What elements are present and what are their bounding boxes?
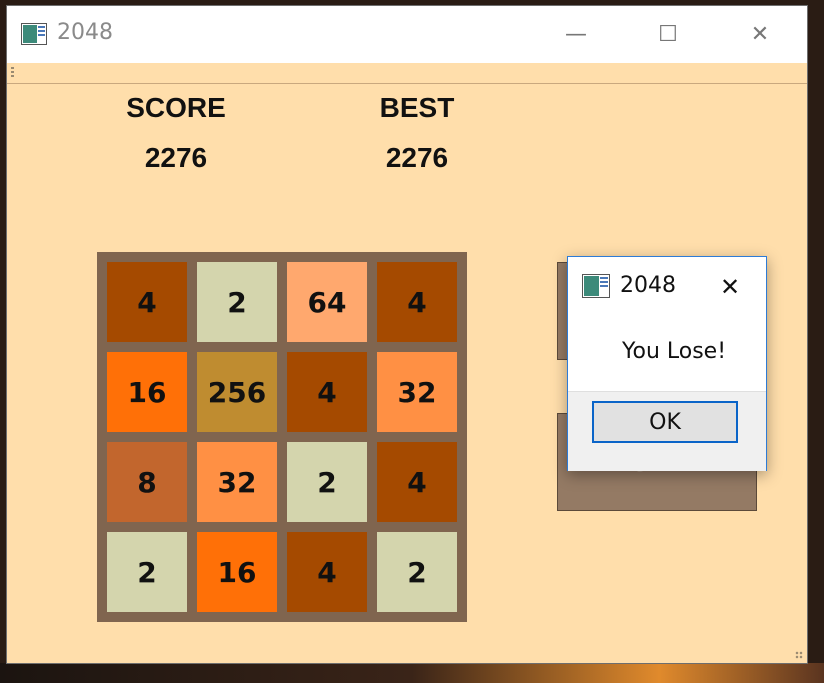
dialog-title: 2048	[620, 273, 676, 298]
tile: 64	[287, 262, 367, 342]
toolstrip	[7, 63, 807, 84]
minimize-icon: —	[565, 22, 587, 47]
tile: 2	[377, 532, 457, 612]
maximize-icon: ☐	[658, 22, 678, 47]
minimize-button[interactable]: —	[530, 6, 622, 63]
close-icon: ✕	[719, 273, 741, 301]
best-label: BEST	[379, 92, 455, 123]
maximize-button[interactable]: ☐	[622, 6, 714, 63]
dialog-close-button[interactable]: ✕	[708, 265, 752, 309]
title-bar[interactable]: 2048 — ☐ ✕	[7, 6, 807, 63]
tile: 2	[107, 532, 187, 612]
resize-grip-icon[interactable]	[795, 651, 803, 659]
tile: 4	[287, 532, 367, 612]
tile: 2	[197, 262, 277, 342]
tile: 8	[107, 442, 187, 522]
tile: 4	[107, 262, 187, 342]
tile: 32	[197, 442, 277, 522]
message-dialog: 2048 ✕ You Lose! OK	[567, 256, 767, 471]
tile: 16	[197, 532, 277, 612]
tile: 2	[287, 442, 367, 522]
dialog-app-icon	[582, 274, 610, 298]
tile: 4	[377, 262, 457, 342]
close-button[interactable]: ✕	[714, 6, 806, 63]
best-value: 2276	[385, 142, 449, 173]
score-value: 2276	[144, 142, 208, 173]
desktop-background	[0, 663, 824, 683]
tile: 4	[287, 352, 367, 432]
tile: 32	[377, 352, 457, 432]
tile: 256	[197, 352, 277, 432]
score-label: SCORE	[126, 92, 226, 123]
toolstrip-grip-icon[interactable]	[11, 67, 14, 77]
dialog-message: You Lose!	[621, 339, 727, 364]
close-icon: ✕	[750, 22, 770, 47]
window-title: 2048	[57, 20, 113, 45]
app-icon	[21, 23, 47, 45]
game-board: 4 2 64 4 16 256 4 32 8 32 2 4 2 16 4 2	[97, 252, 467, 622]
tile: 4	[377, 442, 457, 522]
ok-button[interactable]: OK	[592, 401, 738, 443]
tile: 16	[107, 352, 187, 432]
